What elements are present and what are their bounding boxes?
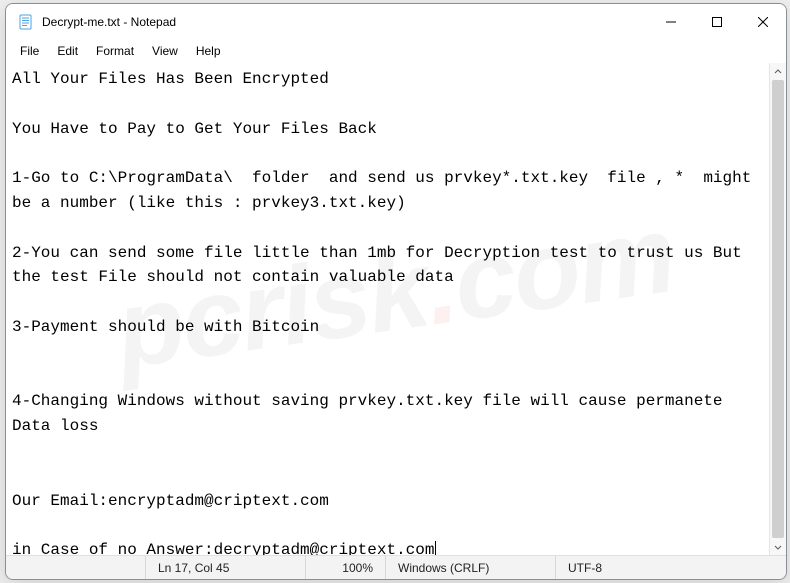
scroll-track[interactable] [770,80,786,538]
text-caret [435,541,436,555]
notepad-window: Decrypt-me.txt - Notepad File Edit Forma… [5,3,787,580]
text-line: All Your Files Has Been Encrypted [12,70,329,88]
window-controls [648,4,786,39]
scroll-down-icon[interactable] [770,538,786,555]
text-line: Our Email:encryptadm@criptext.com [12,492,329,510]
menu-edit[interactable]: Edit [49,42,86,60]
menubar: File Edit Format View Help [6,39,786,63]
statusbar: Ln 17, Col 45 100% Windows (CRLF) UTF-8 [6,555,786,579]
status-encoding: UTF-8 [556,556,786,579]
status-line-ending: Windows (CRLF) [386,556,556,579]
status-spacer [6,556,146,579]
scroll-thumb[interactable] [772,80,784,538]
text-line: 3-Payment should be with Bitcoin [12,318,319,336]
minimize-button[interactable] [648,4,694,39]
menu-help[interactable]: Help [188,42,229,60]
text-line: 4-Changing Windows without saving prvkey… [12,392,732,435]
menu-file[interactable]: File [12,42,47,60]
status-cursor-position: Ln 17, Col 45 [146,556,306,579]
titlebar-left: Decrypt-me.txt - Notepad [6,14,648,30]
notepad-icon [18,14,34,30]
vertical-scrollbar[interactable] [769,63,786,555]
close-button[interactable] [740,4,786,39]
menu-view[interactable]: View [144,42,186,60]
status-zoom: 100% [306,556,386,579]
text-line: in Case of no Answer:decryptadm@criptext… [12,541,434,555]
text-editor[interactable]: All Your Files Has Been Encrypted You Ha… [6,63,769,555]
text-line: 1-Go to C:\ProgramData\ folder and send … [12,169,761,212]
window-title: Decrypt-me.txt - Notepad [42,15,176,29]
maximize-button[interactable] [694,4,740,39]
text-line: 2-You can send some file little than 1mb… [12,244,751,287]
text-line: You Have to Pay to Get Your Files Back [12,120,377,138]
menu-format[interactable]: Format [88,42,142,60]
scroll-up-icon[interactable] [770,63,786,80]
titlebar: Decrypt-me.txt - Notepad [6,4,786,39]
editor-wrap: All Your Files Has Been Encrypted You Ha… [6,63,786,555]
